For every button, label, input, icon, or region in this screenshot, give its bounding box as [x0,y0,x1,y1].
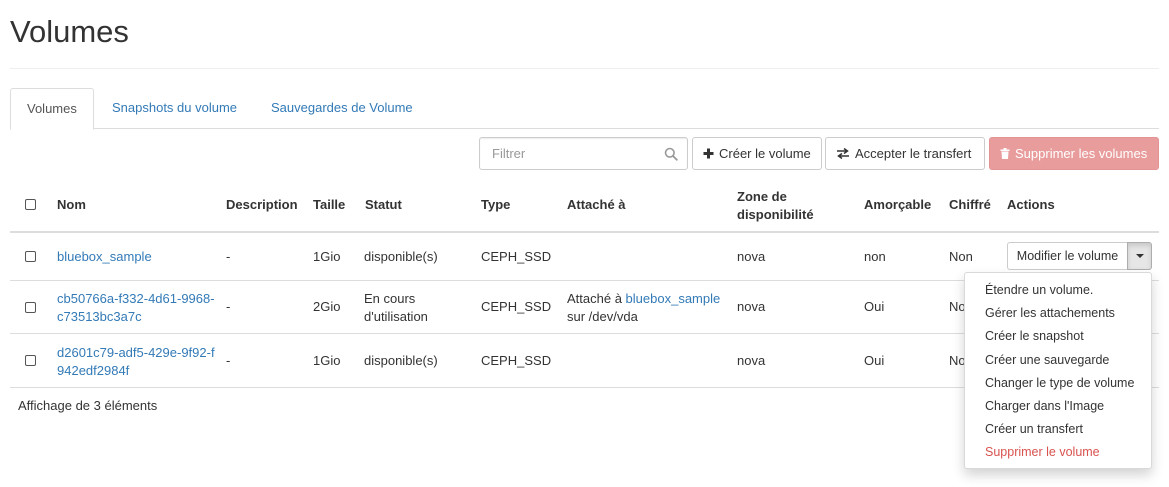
volume-status: disponible(s) [364,353,438,368]
volume-type: CEPH_SSD [481,299,552,314]
menu-item-change-volume-type[interactable]: Changer le type de volume [965,372,1151,395]
tab-volumes[interactable]: Volumes [10,88,94,130]
volume-zone: nova [737,353,766,368]
column-header-attached[interactable]: Attaché à [567,197,626,212]
volume-status-line1: En cours [364,291,416,306]
column-header-bootable[interactable]: Amorçable [864,197,931,212]
header-divider [10,231,1159,233]
caret-down-icon[interactable] [1127,242,1152,270]
column-header-description[interactable]: Description [226,197,298,212]
volume-status-line2: d'utilisation [364,309,428,324]
column-header-type[interactable]: Type [481,197,510,212]
volume-status: disponible(s) [364,249,438,264]
volume-status: En cours d'utilisation [364,290,428,326]
volume-actions-dropdown: Étendre un volume. Gérer les attachement… [964,272,1152,469]
page-title: Volumes [10,14,129,49]
volume-description: - [226,249,231,264]
volume-zone: nova [737,249,766,264]
create-volume-button[interactable]: Créer le volume [692,137,822,170]
tab-volume-backups[interactable]: Sauvegardes de Volume [255,88,429,129]
volume-name-line1[interactable]: d2601c79-adf5-429e-9f92-f [57,344,215,362]
transfer-arrows-icon [837,148,849,159]
volume-bootable: Oui [864,299,885,314]
attached-prefix: Attaché à [567,291,626,306]
column-header-encrypted[interactable]: Chiffré [949,197,991,212]
title-divider [10,68,1159,69]
tab-volume-snapshots[interactable]: Snapshots du volume [96,88,253,129]
volume-size: 2Gio [313,299,341,314]
delete-volumes-button[interactable]: Supprimer les volumes [989,137,1159,170]
volume-name-link[interactable]: cb50766a-f332-4d61-9968- c73513bc3a7c [57,290,215,326]
volume-name-line2[interactable]: c73513bc3a7c [57,308,215,326]
menu-item-extend-volume[interactable]: Étendre un volume. [965,279,1151,302]
volume-description: - [226,353,231,368]
menu-item-upload-to-image[interactable]: Charger dans l'Image [965,395,1151,418]
volume-name-line2[interactable]: 942edf2984f [57,362,215,380]
column-header-name[interactable]: Nom [57,197,86,212]
column-header-size[interactable]: Taille [313,197,345,212]
column-header-actions: Actions [1007,197,1055,212]
volume-type: CEPH_SSD [481,353,552,368]
create-volume-label: Créer le volume [719,146,811,161]
accept-transfer-label: Accepter le transfert [855,146,972,161]
menu-item-create-snapshot[interactable]: Créer le snapshot [965,325,1151,348]
volume-size: 1Gio [313,353,341,368]
volume-name-line1[interactable]: cb50766a-f332-4d61-9968- [57,290,215,308]
search-icon[interactable] [664,147,678,161]
row-checkbox[interactable] [25,302,36,313]
row-checkbox[interactable] [25,355,36,366]
attached-instance-link[interactable]: bluebox_sample [626,291,721,306]
tab-bar: Volumes Snapshots du volume Sauvegardes … [10,88,1159,130]
select-all-checkbox[interactable] [25,199,36,210]
menu-item-delete-volume[interactable]: Supprimer le volume [965,441,1151,464]
volume-bootable: Oui [864,353,885,368]
volume-size: 1Gio [313,249,341,264]
column-header-status[interactable]: Statut [365,197,402,212]
delete-volumes-label: Supprimer les volumes [1015,146,1148,161]
row-checkbox[interactable] [25,251,36,262]
attached-device: sur /dev/vda [567,309,638,324]
volume-zone: nova [737,299,766,314]
item-count: Affichage de 3 éléments [18,398,158,413]
volume-bootable: non [864,249,886,264]
volume-name-link[interactable]: d2601c79-adf5-429e-9f92-f 942edf2984f [57,344,215,380]
volume-name-link[interactable]: bluebox_sample [57,249,152,264]
volume-description: - [226,299,231,314]
zone-header-line1: Zone de [737,189,787,204]
trash-icon [1000,148,1010,159]
volume-encrypted: Non [949,249,973,264]
menu-item-manage-attachments[interactable]: Gérer les attachements [965,302,1151,325]
column-header-availability-zone[interactable]: Zone de disponibilité [737,188,814,224]
zone-header-line2: disponibilité [737,207,814,222]
volume-type: CEPH_SSD [481,249,552,264]
edit-volume-button[interactable]: Modifier le volume [1007,242,1128,270]
plus-icon [703,148,714,159]
volume-attached: Attaché à bluebox_sample sur /dev/vda [567,290,720,326]
menu-item-create-backup[interactable]: Créer une sauvegarde [965,349,1151,372]
filter-input[interactable] [479,137,688,170]
accept-transfer-button[interactable]: Accepter le transfert [825,137,985,170]
menu-item-create-transfer[interactable]: Créer un transfert [965,418,1151,441]
